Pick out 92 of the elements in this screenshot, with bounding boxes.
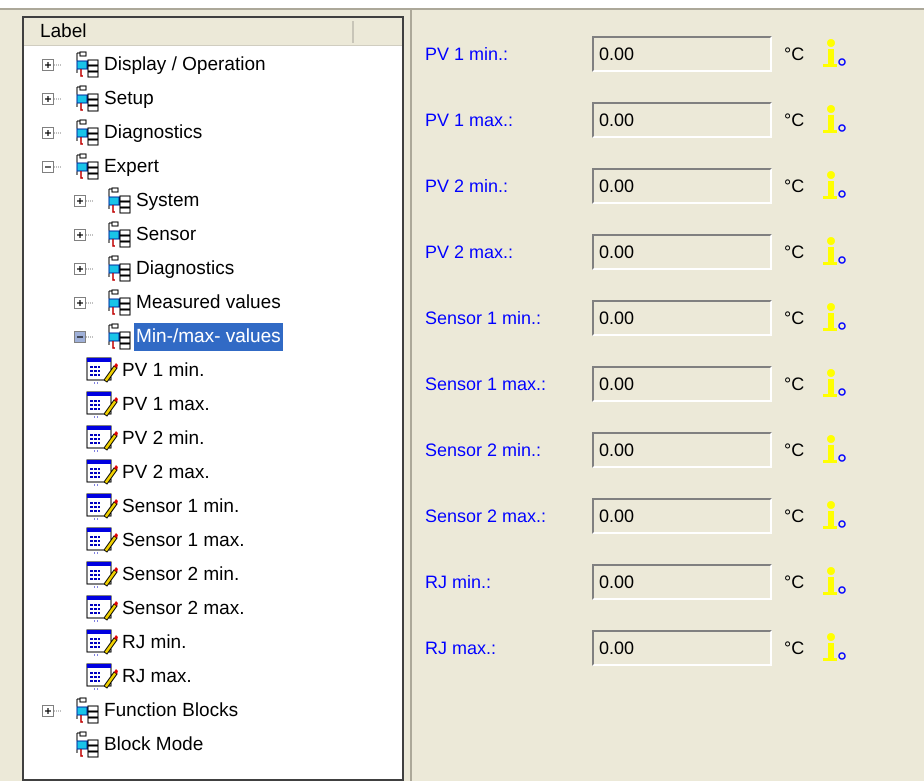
device-tree-icon [74,85,100,113]
tree-item[interactable]: Setup [102,85,156,113]
collapse-icon[interactable] [74,331,94,343]
info-icon[interactable] [822,236,848,268]
expand-icon[interactable] [42,705,62,717]
value-field[interactable]: 0.00 [592,564,772,600]
field-label: RJ max.: [425,636,498,660]
device-tree-icon [106,187,132,215]
info-icon[interactable] [822,104,848,136]
field-label: PV 1 min.: [425,42,510,66]
expand-icon[interactable] [74,229,94,241]
info-icon[interactable] [822,566,848,598]
device-tree-icon [74,51,100,79]
expand-icon[interactable] [74,297,94,309]
parameter-edit-icon [86,526,118,556]
tree-item[interactable]: Display / Operation [102,51,268,79]
expand-icon[interactable] [42,59,62,71]
expand-icon[interactable] [42,93,62,105]
parameter-edit-icon [86,628,118,658]
info-icon[interactable] [822,38,848,70]
expand-icon[interactable] [74,195,94,207]
field-label: Sensor 1 max.: [425,372,548,396]
expand-icon[interactable] [42,127,62,139]
tree-item[interactable]: Min-/max- values [134,323,283,351]
unit-label: °C [784,174,804,198]
device-tree-icon [74,119,100,147]
tree-item[interactable]: Sensor 2 max. [120,595,246,623]
tree-item[interactable]: PV 2 max. [120,459,212,487]
parameter-edit-icon [86,458,118,488]
unit-label: °C [784,240,804,264]
collapse-icon[interactable] [42,161,62,173]
value-field[interactable]: 0.00 [592,366,772,402]
tree-item[interactable]: Block Mode [102,731,206,759]
info-icon[interactable] [822,632,848,664]
unit-label: °C [784,636,804,660]
value-field[interactable]: 0.00 [592,300,772,336]
field-label: Sensor 2 min.: [425,438,542,462]
value-field[interactable]: 0.00 [592,102,772,138]
device-tree-icon [74,697,100,725]
parameter-edit-icon [86,492,118,522]
tree-item[interactable]: RJ max. [120,663,194,691]
unit-label: °C [784,372,804,396]
tree-item[interactable]: PV 1 min. [120,357,206,385]
value-field[interactable]: 0.00 [592,36,772,72]
value-field[interactable]: 0.00 [592,234,772,270]
tree-item[interactable]: RJ min. [120,629,188,657]
parameter-edit-icon [86,424,118,454]
expand-icon[interactable] [74,263,94,275]
value-field[interactable]: 0.00 [592,630,772,666]
tree-item[interactable]: Sensor 1 min. [120,493,242,521]
info-icon[interactable] [822,434,848,466]
value-field[interactable]: 0.00 [592,432,772,468]
field-label: RJ min.: [425,570,492,594]
unit-label: °C [784,108,804,132]
field-label: PV 1 max.: [425,108,514,132]
device-tree-icon [74,153,100,181]
field-label: Sensor 2 max.: [425,504,548,528]
parameter-edit-icon [86,594,118,624]
tree-item[interactable]: Function Blocks [102,697,240,725]
unit-label: °C [784,306,804,330]
tree-item[interactable]: Measured values [134,289,283,317]
tree-item[interactable]: Diagnostics [102,119,204,147]
field-label: PV 2 min.: [425,174,510,198]
parameter-edit-icon [86,356,118,386]
parameter-edit-icon [86,662,118,692]
tree-item[interactable]: Sensor 1 max. [120,527,246,555]
unit-label: °C [784,504,804,528]
tree-item[interactable]: Expert [102,153,161,181]
device-tree-icon [106,289,132,317]
unit-label: °C [784,42,804,66]
device-tree-icon [106,221,132,249]
tree-item[interactable]: Diagnostics [134,255,236,283]
parameter-edit-icon [86,560,118,590]
info-icon[interactable] [822,368,848,400]
value-field[interactable]: 0.00 [592,168,772,204]
info-icon[interactable] [822,500,848,532]
field-label: Sensor 1 min.: [425,306,542,330]
value-field[interactable]: 0.00 [592,498,772,534]
tree-item[interactable]: PV 2 min. [120,425,206,453]
tree-item[interactable]: PV 1 max. [120,391,212,419]
tree-item[interactable]: System [134,187,202,215]
info-icon[interactable] [822,170,848,202]
info-icon[interactable] [822,302,848,334]
device-tree-icon [106,323,132,351]
unit-label: °C [784,438,804,462]
device-tree-icon [74,731,100,759]
unit-label: °C [784,570,804,594]
tree-item[interactable]: Sensor [134,221,198,249]
device-tree-icon [106,255,132,283]
field-label: PV 2 max.: [425,240,514,264]
parameter-edit-icon [86,390,118,420]
tree-item[interactable]: Sensor 2 min. [120,561,242,589]
